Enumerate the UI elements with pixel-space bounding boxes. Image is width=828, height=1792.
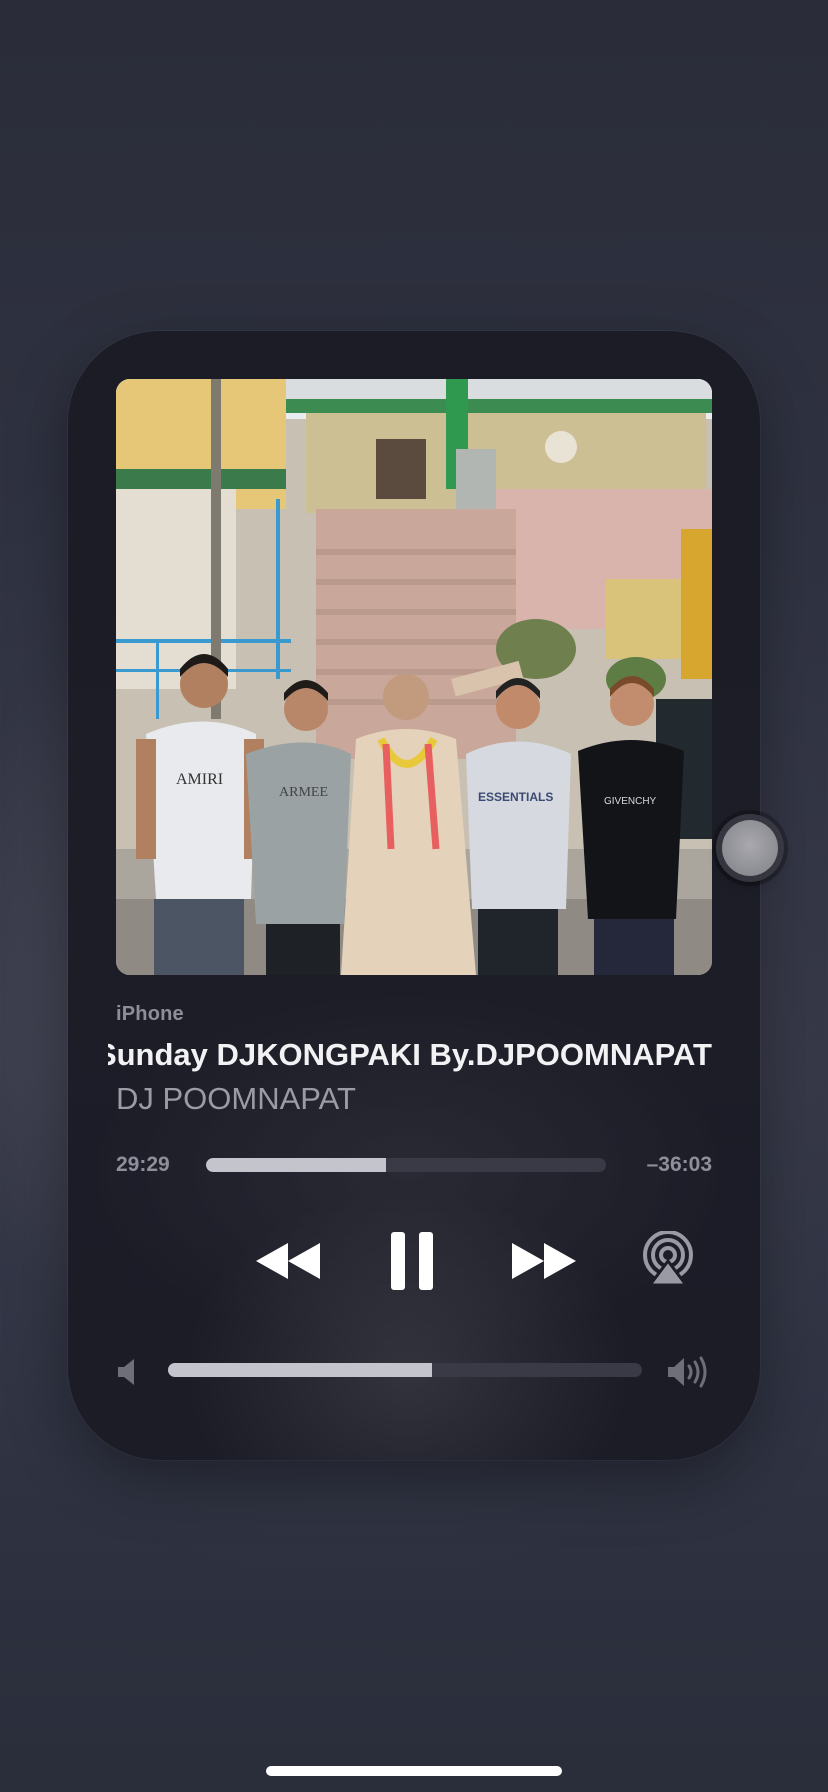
volume-level-fill [168, 1363, 432, 1377]
now-playing-card: AMIRI ARMEE ESSENTIALS GIVENCHY iPhone S… [68, 331, 760, 1460]
shirt-text-givenchy: GIVENCHY [604, 796, 657, 807]
playback-progress-fill [206, 1158, 386, 1172]
airplay-button[interactable] [636, 1227, 700, 1291]
fast-forward-icon [512, 1243, 576, 1279]
elapsed-time: 29:29 [116, 1153, 170, 1176]
pause-button[interactable] [378, 1223, 448, 1299]
home-indicator[interactable] [266, 1766, 562, 1776]
volume-slider[interactable] [168, 1363, 642, 1377]
rewind-icon [256, 1243, 320, 1279]
output-device-label: iPhone [116, 1003, 184, 1025]
remaining-time: –36:03 [646, 1153, 712, 1176]
artist-name: DJ POOMNAPAT [116, 1081, 356, 1116]
shirt-text-armee: ARMEE [279, 785, 328, 800]
track-title-marquee: Sunday DJKONGPAKI By.DJPOOMNAPAT [108, 1031, 712, 1077]
fast-forward-button[interactable] [504, 1231, 584, 1291]
rewind-button[interactable] [248, 1231, 328, 1291]
track-title: Sunday DJKONGPAKI By.DJPOOMNAPAT [108, 1037, 712, 1072]
shirt-text-amiri: AMIRI [176, 771, 223, 788]
playback-scrubber[interactable] [206, 1158, 606, 1172]
album-artwork[interactable]: AMIRI ARMEE ESSENTIALS GIVENCHY [116, 379, 712, 975]
speaker-high-icon [668, 1356, 707, 1388]
assistive-touch-button[interactable] [722, 820, 778, 876]
shirt-text-essentials: ESSENTIALS [478, 790, 553, 804]
pause-icon [391, 1232, 433, 1290]
speaker-low-icon [118, 1359, 134, 1385]
airplay-icon [643, 1231, 693, 1287]
